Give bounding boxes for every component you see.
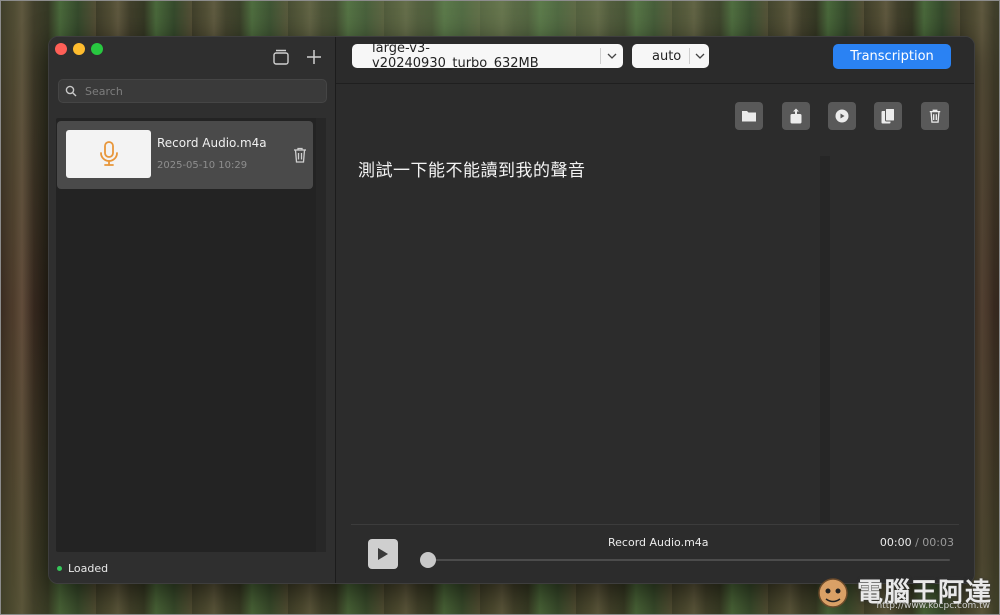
search-field[interactable] — [58, 79, 327, 103]
time-separator: / — [911, 536, 923, 549]
toolbar: large-v3-v20240930_turbo_632MB auto Tran… — [336, 37, 974, 84]
track-name: Record Audio.m4a — [608, 536, 709, 549]
trash-icon[interactable] — [921, 102, 949, 130]
status-text: Loaded — [68, 562, 109, 575]
recording-thumbnail — [66, 130, 151, 178]
app-window: Record Audio.m4a 2025-05-10 10:29 Loaded — [48, 36, 975, 584]
list-scrollbar[interactable] — [316, 118, 326, 552]
microphone-icon — [99, 141, 118, 166]
trash-icon[interactable] — [292, 146, 308, 164]
item-date: 2025-05-10 10:29 — [157, 160, 248, 171]
language-select[interactable]: auto — [632, 44, 709, 68]
time-display: 00:00 / 00:03 — [880, 536, 954, 549]
transcript-text[interactable]: 測試一下能不能讀到我的聲音 — [358, 156, 586, 181]
copy-icon[interactable] — [874, 102, 902, 130]
recordings-list: Record Audio.m4a 2025-05-10 10:29 — [56, 118, 326, 552]
main-panel: large-v3-v20240930_turbo_632MB auto Tran… — [336, 37, 974, 583]
model-select[interactable]: large-v3-v20240930_turbo_632MB — [352, 41, 623, 71]
model-select-value: large-v3-v20240930_turbo_632MB — [372, 41, 539, 71]
open-folder-icon[interactable] — [735, 102, 763, 130]
mascot-icon — [818, 578, 848, 608]
chevron-down-icon — [690, 53, 709, 59]
status-dot — [57, 566, 62, 571]
transcription-button[interactable]: Transcription — [833, 44, 951, 69]
status-indicator: Loaded — [57, 562, 108, 575]
play-icon — [378, 548, 388, 560]
close-window-button[interactable] — [55, 43, 67, 55]
sidebar: Record Audio.m4a 2025-05-10 10:29 Loaded — [49, 37, 336, 583]
transcript-scrollbar[interactable] — [820, 156, 830, 523]
add-icon[interactable] — [304, 47, 324, 67]
total-time: 00:03 — [922, 536, 954, 549]
seek-bar[interactable] — [420, 552, 950, 568]
play-button[interactable] — [368, 539, 398, 569]
search-icon — [65, 85, 77, 97]
list-item[interactable]: Record Audio.m4a 2025-05-10 10:29 — [57, 121, 313, 189]
watermark-logo: 電腦王阿達 http://www.kocpc.com.tw — [813, 572, 992, 611]
search-input[interactable] — [83, 83, 317, 99]
stack-icon[interactable] — [271, 47, 291, 67]
share-icon[interactable] — [782, 102, 810, 130]
divider — [351, 524, 959, 525]
watermark-url: http://www.kocpc.com.tw — [876, 601, 990, 611]
chevron-down-icon — [601, 53, 623, 59]
window-controls — [55, 43, 103, 55]
seek-handle[interactable] — [420, 552, 436, 568]
record-icon[interactable] — [828, 102, 856, 130]
item-title: Record Audio.m4a — [157, 136, 267, 150]
minimize-window-button[interactable] — [73, 43, 85, 55]
current-time: 00:00 — [879, 536, 912, 549]
language-select-value: auto — [652, 48, 682, 64]
zoom-window-button[interactable] — [91, 43, 103, 55]
